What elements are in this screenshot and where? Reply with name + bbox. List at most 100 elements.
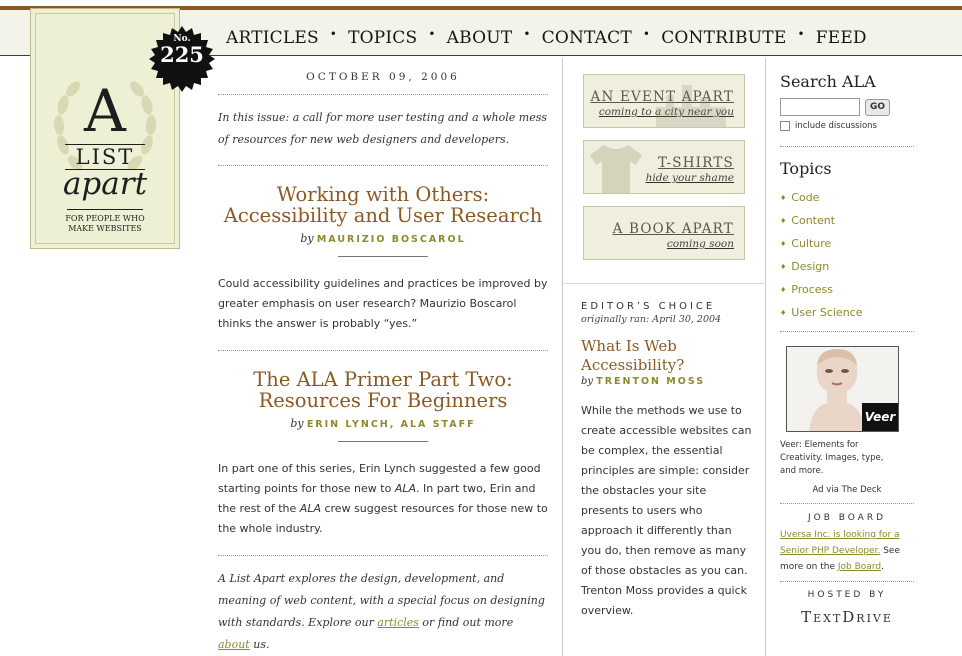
- job-board-heading: JOB BOARD: [807, 513, 887, 523]
- nav-separator: •: [523, 27, 531, 41]
- search-input[interactable]: [780, 98, 860, 116]
- diamond-bullet-icon: ♦: [780, 286, 787, 294]
- nav-contribute[interactable]: CONTRIBUTE: [661, 28, 786, 48]
- article-2-author[interactable]: ERIN LYNCH, ALA STAFF: [307, 419, 476, 430]
- topic-item-user-science[interactable]: ♦ User Science: [780, 302, 914, 325]
- editors-choice-date: originally ran: April 30, 2004: [581, 314, 722, 325]
- topic-label: Code: [791, 191, 820, 204]
- nav-about[interactable]: ABOUT: [447, 28, 513, 48]
- nav-separator: •: [329, 27, 338, 41]
- diamond-bullet-icon: ♦: [780, 217, 787, 225]
- articles-link[interactable]: articles: [377, 616, 419, 629]
- issue-date: OCTOBER 09, 2006: [218, 60, 548, 95]
- article-2-byline: by ERIN LYNCH, ALA STAFF: [218, 417, 548, 430]
- include-discussions-checkbox[interactable]: [780, 121, 790, 131]
- desc-ala-italic: ALA: [394, 482, 416, 495]
- logo-tagline-line1: FOR PEOPLE WHO: [65, 214, 145, 223]
- logo-tagline-line2: MAKE WEBSITES: [68, 224, 142, 233]
- go-button[interactable]: GO: [865, 98, 890, 116]
- issue-badge: No. 225: [149, 34, 215, 66]
- nav-contact[interactable]: CONTACT: [542, 28, 632, 48]
- job-board-link[interactable]: Job Board: [838, 562, 881, 572]
- hosted-by-label: HOSTED BY: [807, 590, 887, 600]
- about-link[interactable]: about: [218, 638, 250, 651]
- logo-apart-word: apart: [62, 166, 148, 202]
- editors-choice-label: EDITOR’S CHOICE: [581, 301, 716, 312]
- topic-label: Design: [791, 260, 830, 273]
- editors-choice-description: While the methods we use to create acces…: [581, 404, 752, 617]
- divider: [780, 581, 914, 582]
- topic-item-code[interactable]: ♦ Code: [780, 187, 914, 210]
- nav-feed[interactable]: FEED: [816, 28, 867, 48]
- divider: [780, 146, 914, 147]
- issue-number: 225: [160, 42, 204, 67]
- nav-topics[interactable]: TOPICS: [348, 28, 417, 48]
- issue-intro: In this issue: a call for more user test…: [218, 95, 548, 166]
- topic-label: User Science: [791, 306, 863, 319]
- article-1-description: Could accessibility guidelines and pract…: [218, 274, 548, 351]
- diamond-bullet-icon: ♦: [780, 194, 787, 202]
- textdrive-logo[interactable]: TextDrive: [780, 608, 914, 626]
- tshirt-icon: [590, 145, 642, 193]
- include-discussions-label: include discussions: [795, 121, 877, 131]
- promo-tshirts[interactable]: T-SHIRTS hide your shame: [583, 140, 745, 194]
- editors-choice-title[interactable]: What Is Web Accessibility?: [581, 337, 753, 375]
- footnote-text: us.: [249, 638, 270, 651]
- topic-item-process[interactable]: ♦ Process: [780, 279, 914, 302]
- job-text: .: [881, 562, 884, 572]
- topic-item-content[interactable]: ♦ Content: [780, 210, 914, 233]
- main-column: OCTOBER 09, 2006 In this issue: a call f…: [218, 60, 548, 656]
- byline-by: by: [581, 376, 594, 387]
- promo-book-sub: coming soon: [666, 238, 734, 250]
- divider: [780, 503, 914, 504]
- logo-divider: [67, 209, 143, 210]
- article-divider: [338, 256, 428, 257]
- search-heading: Search ALA: [780, 72, 876, 91]
- article-2: The ALA Primer Part Two: Resources For B…: [218, 369, 548, 556]
- main-nav: ARTICLES • TOPICS • ABOUT • CONTACT • CO…: [226, 27, 867, 48]
- byline-by: by: [290, 417, 304, 430]
- topic-item-design[interactable]: ♦ Design: [780, 256, 914, 279]
- middle-column: AN EVENT APART coming to a city near you…: [562, 58, 766, 656]
- skyline-icon: [656, 85, 726, 127]
- promo-event-apart[interactable]: AN EVENT APART coming to a city near you: [583, 74, 745, 128]
- column-divider: [563, 283, 766, 284]
- nav-separator: •: [428, 27, 436, 41]
- ad-via-the-deck[interactable]: Ad via The Deck: [780, 485, 914, 495]
- article-1-title[interactable]: Working with Others: Accessibility and U…: [218, 184, 548, 226]
- job-board-listing: Uversa Inc. is looking for a Senior PHP …: [780, 527, 914, 575]
- divider: [780, 331, 914, 332]
- topic-item-culture[interactable]: ♦ Culture: [780, 233, 914, 256]
- advertisement-image[interactable]: Veer: [786, 346, 899, 432]
- ad-copy: Veer: Elements for Creativity. Images, t…: [780, 440, 884, 476]
- article-2-title[interactable]: The ALA Primer Part Two: Resources For B…: [218, 369, 548, 411]
- topic-label: Process: [791, 283, 834, 296]
- promo-book-title: A BOOK APART: [612, 221, 734, 237]
- byline-by: by: [300, 232, 314, 245]
- diamond-bullet-icon: ♦: [780, 263, 787, 271]
- editors-choice-byline: by TRENTON MOSS: [581, 376, 753, 387]
- veer-logo: Veer: [862, 403, 898, 431]
- promo-book-apart[interactable]: A BOOK APART coming soon: [583, 206, 745, 260]
- diamond-bullet-icon: ♦: [780, 240, 787, 248]
- topic-label: Content: [791, 214, 836, 227]
- desc-ala-italic: ALA: [299, 502, 321, 515]
- article-1-byline: by MAURIZIO BOSCAROL: [218, 232, 548, 245]
- article-2-description: In part one of this series, Erin Lynch s…: [218, 459, 548, 556]
- article-divider: [338, 441, 428, 442]
- article-1-author[interactable]: MAURIZIO BOSCAROL: [317, 234, 466, 245]
- nav-separator: •: [797, 27, 805, 41]
- article-1: Working with Others: Accessibility and U…: [218, 184, 548, 351]
- site-description: A List Apart explores the design, develo…: [218, 556, 548, 656]
- editors-choice: EDITOR’S CHOICE originally ran: April 30…: [581, 301, 753, 621]
- topic-label: Culture: [791, 237, 832, 250]
- nav-articles[interactable]: ARTICLES: [226, 28, 319, 48]
- logo-tagline: FOR PEOPLE WHO MAKE WEBSITES: [31, 214, 179, 234]
- right-sidebar: Search ALA GO include discussions Topics…: [780, 60, 914, 626]
- nav-separator: •: [642, 27, 651, 41]
- include-discussions-row: include discussions: [780, 121, 914, 131]
- search-form: GO: [780, 98, 914, 116]
- topics-heading: Topics: [780, 159, 832, 178]
- editors-choice-author[interactable]: TRENTON MOSS: [596, 376, 705, 387]
- topics-list: ♦ Code ♦ Content ♦ Culture ♦ Design ♦ Process…: [780, 187, 914, 325]
